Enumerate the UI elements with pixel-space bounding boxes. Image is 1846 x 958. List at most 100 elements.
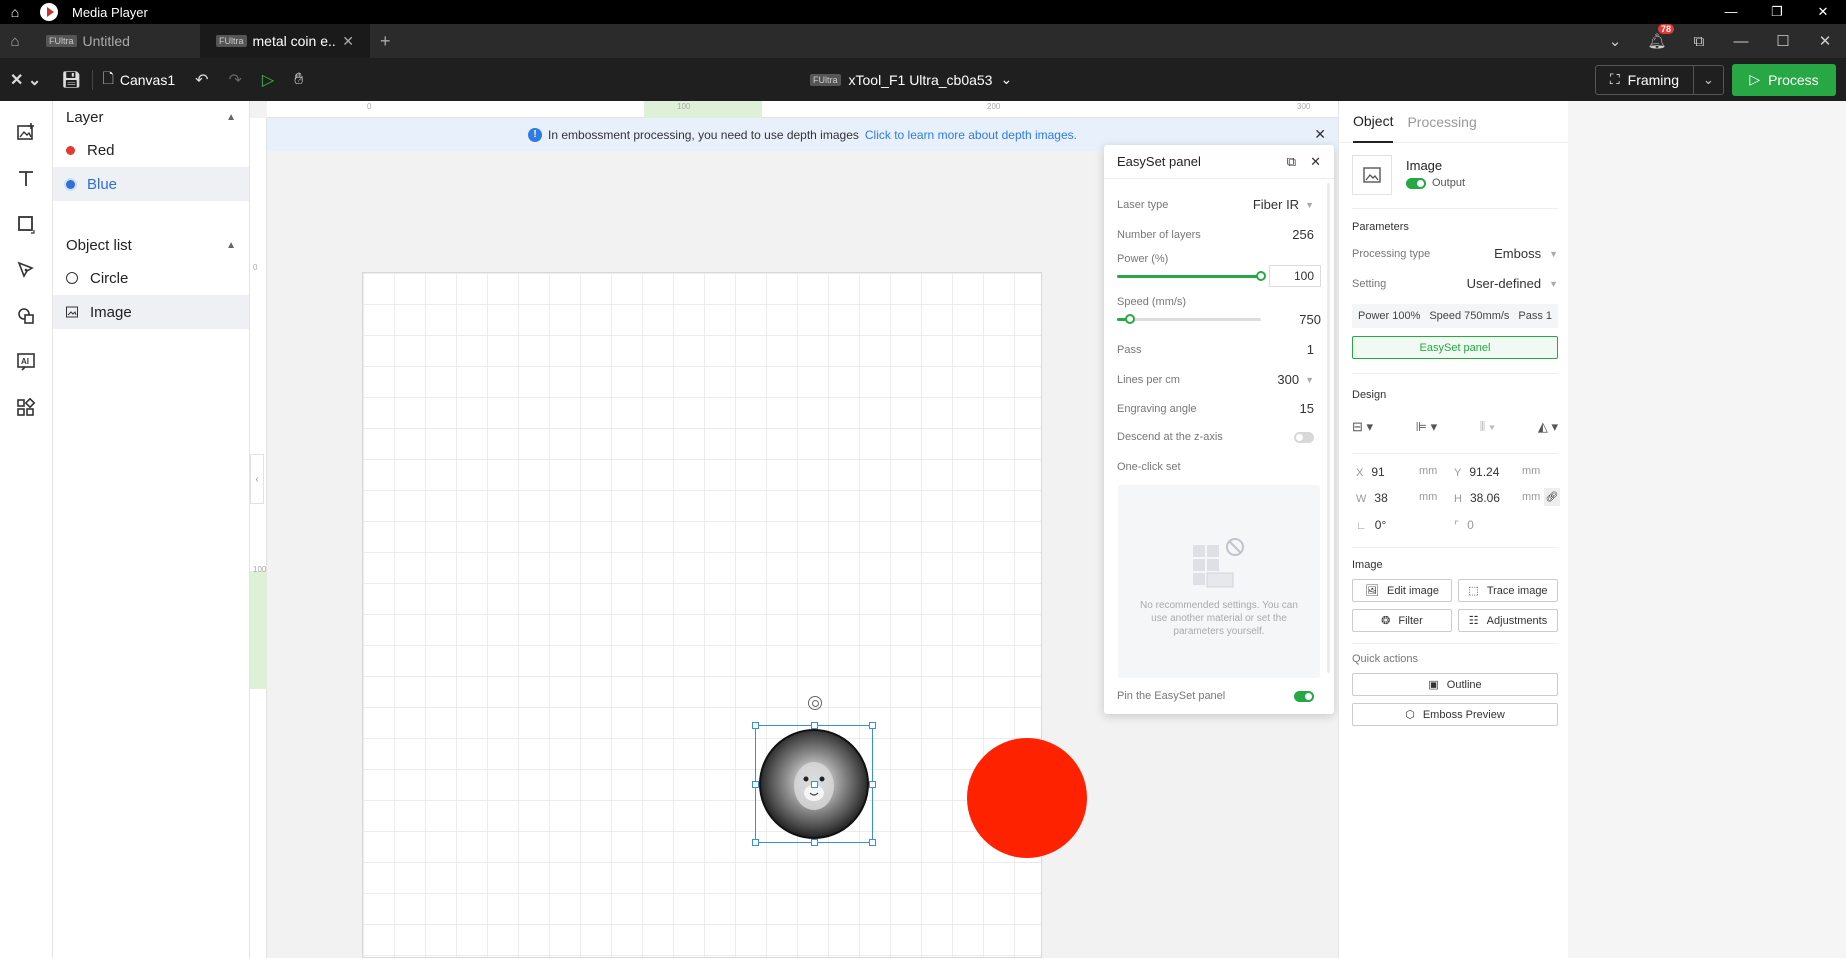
canvas-selector[interactable]: 🗋 Canvas1 — [93, 68, 186, 92]
collapse-panel-handle[interactable]: ‹ — [250, 454, 264, 504]
object-item-image[interactable]: Image — [53, 295, 249, 329]
selection-box[interactable] — [752, 722, 876, 846]
rotate-handle-icon[interactable] — [808, 696, 822, 710]
minimize-icon[interactable]: — — [1708, 4, 1754, 20]
save-icon[interactable]: 💾︎ — [51, 70, 91, 90]
power-slider[interactable] — [1117, 271, 1266, 281]
pin-toggle[interactable] — [1294, 690, 1314, 702]
slider-knob[interactable] — [1124, 314, 1135, 324]
resize-handle[interactable] — [752, 781, 759, 788]
framing-button[interactable]: ⛶ Framing — [1594, 64, 1694, 95]
arrange-icon[interactable]: ⊟ ▾ — [1352, 419, 1373, 435]
hand-icon[interactable]: ✋︎ — [284, 71, 313, 89]
artboard-grid[interactable] — [362, 272, 1087, 958]
setting-row[interactable]: Setting User-defined ▼ — [1352, 276, 1558, 291]
distribute-icon[interactable]: ⫴ ▾ — [1480, 419, 1495, 435]
filter-button[interactable]: ❂ Filter — [1352, 609, 1452, 632]
speed-value-row[interactable]: 750 — [1269, 312, 1321, 327]
xtool-logo-icon[interactable]: ✕ ⌄ — [0, 70, 51, 90]
speed-slider[interactable] — [1117, 314, 1261, 324]
bell-icon[interactable]: 🔔︎ 78 — [1636, 24, 1678, 50]
lines-per-cm-row[interactable]: Lines per cm 300 ▼ — [1117, 372, 1314, 387]
elements-icon[interactable] — [13, 303, 39, 329]
device-selector[interactable]: FUltra xTool_F1 Ultra_cb0a53 ⌄ — [810, 71, 1012, 88]
slider-knob[interactable] — [1256, 271, 1266, 281]
flip-icon[interactable]: ◭ ▾ — [1538, 419, 1558, 435]
engraving-angle-row[interactable]: Engraving angle 15 — [1117, 401, 1314, 416]
restore-icon[interactable]: ❐ — [1754, 4, 1800, 20]
resize-handle[interactable] — [811, 722, 818, 729]
text-tool-icon[interactable] — [13, 165, 39, 191]
shape-tool-icon[interactable] — [13, 211, 39, 237]
windows-icon[interactable]: ⧉ — [1678, 33, 1720, 50]
tab-object[interactable]: Object — [1353, 101, 1394, 143]
chevron-up-icon[interactable]: ▲ — [226, 112, 236, 123]
redo-icon[interactable]: ↷ — [219, 70, 252, 90]
red-circle-object[interactable] — [967, 738, 1087, 858]
framing-dropdown[interactable]: ⌄ — [1694, 64, 1724, 95]
resize-handle[interactable] — [752, 722, 759, 729]
close-icon[interactable]: ✕ — [1310, 154, 1321, 170]
close-icon[interactable]: ✕ — [1804, 32, 1846, 50]
ruler-horizontal: 0 100 200 300 — [267, 101, 1338, 118]
emboss-preview-button[interactable]: ⬡ Emboss Preview — [1352, 703, 1558, 726]
tab-metal-coin[interactable]: FUltra metal coin e... ✕ — [200, 24, 370, 58]
lines-label: Lines per cm — [1117, 373, 1180, 386]
center-handle[interactable] — [811, 781, 818, 788]
w-field[interactable]: W 38 — [1356, 491, 1388, 505]
power-input[interactable]: 100 — [1269, 265, 1321, 287]
close-tab-icon[interactable]: ✕ — [342, 33, 354, 50]
descend-toggle[interactable] — [1294, 431, 1314, 443]
pass-row[interactable]: Pass 1 — [1117, 342, 1314, 357]
tab-untitled[interactable]: FUltra Untitled — [30, 24, 200, 58]
resize-handle[interactable] — [869, 781, 876, 788]
app-home-icon[interactable]: ⌂ — [0, 33, 30, 50]
maximize-icon[interactable]: ☐ — [1762, 32, 1804, 50]
chevron-down-icon: ▼ — [1549, 248, 1558, 259]
undo-icon[interactable]: ↶ — [185, 70, 218, 90]
resize-handle[interactable] — [869, 839, 876, 846]
play-icon[interactable]: ▷ — [252, 70, 284, 90]
popout-icon[interactable]: ⧉ — [1287, 154, 1296, 170]
processing-type-row[interactable]: Processing type Emboss ▼ — [1352, 246, 1558, 261]
resize-handle[interactable] — [811, 839, 818, 846]
x-field[interactable]: X 91 — [1356, 465, 1385, 479]
layer-section-header[interactable]: Layer ▲ — [53, 101, 249, 133]
laser-type-row[interactable]: Laser type Fiber IR ▼ — [1117, 197, 1314, 212]
h-field[interactable]: H 38.06 — [1454, 491, 1500, 505]
close-icon[interactable]: ✕ — [1314, 126, 1326, 143]
resize-handle[interactable] — [752, 839, 759, 846]
rotation-field[interactable]: ∟ 0° — [1356, 518, 1386, 532]
corner-radius-field[interactable]: ⌜ 0 — [1454, 518, 1474, 532]
chevron-down-icon[interactable]: ⌄ — [1594, 32, 1636, 50]
easyset-header: EasySet panel ⧉ ✕ — [1104, 145, 1334, 179]
apps-icon[interactable] — [13, 395, 39, 421]
easyset-panel-button[interactable]: EasySet panel — [1352, 336, 1558, 359]
layer-item-red[interactable]: Red — [53, 133, 249, 167]
output-toggle[interactable] — [1406, 177, 1426, 189]
chevron-up-icon[interactable]: ▲ — [226, 240, 236, 251]
depth-images-link[interactable]: Click to learn more about depth images. — [865, 128, 1077, 142]
ai-tool-icon[interactable]: AI — [13, 349, 39, 375]
power-row: Power (%) — [1117, 253, 1314, 265]
tab-processing[interactable]: Processing — [1407, 101, 1476, 143]
process-button[interactable]: ▷ Process — [1732, 63, 1836, 96]
pen-tool-icon[interactable] — [13, 257, 39, 283]
outline-button[interactable]: ▣ Outline — [1352, 673, 1558, 696]
scrollbar[interactable] — [1327, 183, 1330, 673]
lock-ratio-icon[interactable]: 🔗︎ — [1544, 488, 1560, 506]
align-left-icon[interactable]: ⊫ ▾ — [1416, 419, 1437, 435]
home-icon[interactable]: ⌂ — [0, 4, 30, 20]
adjustments-button[interactable]: ☷ Adjustments — [1458, 609, 1558, 632]
add-image-icon[interactable] — [13, 119, 39, 145]
resize-handle[interactable] — [869, 722, 876, 729]
y-field[interactable]: Y 91.24 — [1454, 465, 1499, 479]
object-item-circle[interactable]: Circle — [53, 261, 249, 295]
layer-item-blue[interactable]: Blue — [53, 167, 249, 201]
edit-image-button[interactable]: 🖼︎ Edit image — [1352, 579, 1452, 602]
trace-image-button[interactable]: ⬚ Trace image — [1458, 579, 1558, 602]
object-list-header[interactable]: Object list ▲ — [53, 229, 249, 261]
minimize-icon[interactable]: — — [1720, 33, 1762, 50]
new-tab-icon[interactable]: + — [370, 31, 401, 52]
close-icon[interactable]: ✕ — [1800, 4, 1846, 20]
